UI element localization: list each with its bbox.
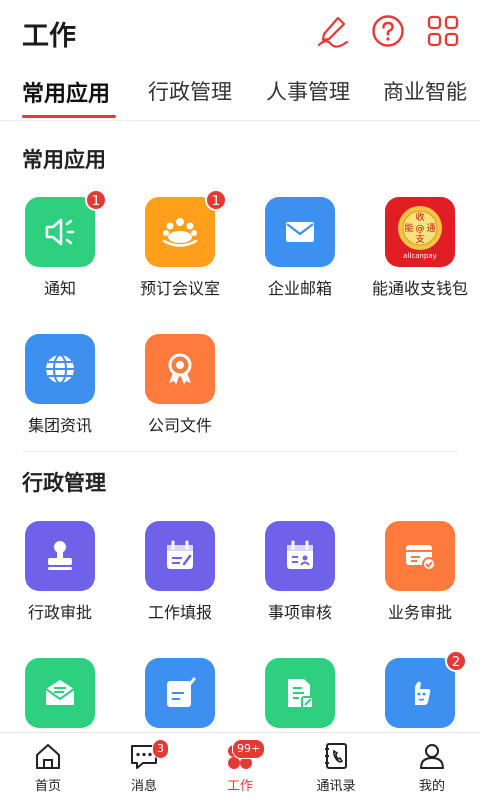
card-check-icon: [406, 545, 436, 571]
app-label: 企业邮箱: [267, 279, 332, 298]
tab-common-apps[interactable]: 常用应用: [22, 76, 110, 108]
mail-icon: [286, 222, 314, 242]
section-divider: [22, 451, 458, 452]
category-tabs: 常用应用 行政管理 人事管理 商业智能: [0, 64, 480, 121]
app-tile: [265, 658, 335, 728]
stamp-icon: [48, 541, 72, 570]
badge: 2: [445, 650, 467, 672]
note-edit-icon: [167, 677, 196, 707]
calendar-check-icon: [287, 540, 313, 569]
app-label: 事项审核: [267, 603, 332, 622]
app-tile: [265, 521, 335, 591]
app-tile: [25, 658, 95, 728]
app-tile: [25, 334, 95, 404]
bottom-nav: 首页 3 消息 99+ 工作 通讯录 我的: [0, 732, 480, 801]
app-admin-approval[interactable]: 行政审批: [5, 521, 115, 641]
section-title-admin: 行政管理: [22, 471, 106, 495]
app-tile: [145, 334, 215, 404]
nav-badge: 3: [152, 739, 169, 759]
nav-label: 工作: [226, 779, 253, 794]
app-tile: [385, 521, 455, 591]
tab-admin[interactable]: 行政管理: [148, 76, 232, 106]
calendar-edit-icon: [167, 540, 193, 569]
user-icon: [420, 744, 444, 769]
home-icon: [36, 744, 60, 769]
app-group-news[interactable]: 集团资讯: [5, 334, 115, 454]
allcanpay-logo: 收 能 @ 通 支 allcanpay: [398, 206, 442, 260]
app-item-review[interactable]: 事项审核: [245, 521, 355, 641]
app-allcanpay-wallet[interactable]: 收 能 @ 通 支 allcanpay 能通收支钱包: [365, 197, 475, 317]
logo-text-bottom: 支: [415, 233, 424, 245]
nav-badge: 99+: [232, 739, 266, 759]
nav-work[interactable]: 99+ 工作: [192, 733, 288, 801]
app-tile: [145, 658, 215, 728]
app-business-approval[interactable]: 业务审批: [365, 521, 475, 641]
logo-text-left: 能: [404, 222, 413, 234]
app-tile: [145, 521, 215, 591]
award-icon: [168, 353, 192, 385]
logo-text-top: 收: [415, 211, 424, 223]
active-tab-indicator: [22, 115, 116, 118]
app-label: 公司文件: [147, 416, 212, 435]
section-title-common: 常用应用: [22, 148, 106, 172]
app-tile: [385, 658, 455, 728]
app-tile: [25, 521, 95, 591]
app-meeting-room[interactable]: 1 预订会议室: [125, 189, 235, 317]
nav-home[interactable]: 首页: [0, 733, 96, 801]
tab-bi[interactable]: 商业智能: [383, 76, 467, 106]
app-tile: [25, 197, 95, 267]
contacts-icon: [325, 743, 347, 769]
app-label: 业务审批: [387, 603, 452, 622]
app-notification[interactable]: 1 通知: [5, 189, 115, 317]
logo-text-right: 通: [426, 223, 435, 234]
nav-label: 首页: [34, 779, 61, 794]
app-work-report[interactable]: 工作填报: [125, 521, 235, 641]
nav-label: 通讯录: [316, 779, 356, 794]
grid-icon[interactable]: [426, 14, 460, 48]
app-label: 通知: [43, 279, 76, 298]
app-label: 行政审批: [27, 603, 92, 622]
header: 工作: [0, 0, 480, 62]
page-title: 工作: [22, 21, 76, 52]
globe-icon: [46, 354, 74, 384]
app-tile: [145, 197, 215, 267]
nav-mine[interactable]: 我的: [384, 733, 480, 801]
signature-icon[interactable]: [316, 14, 350, 48]
tab-hr[interactable]: 人事管理: [266, 76, 350, 106]
help-icon[interactable]: [371, 14, 405, 48]
nav-messages[interactable]: 3 消息: [96, 733, 192, 801]
app-company-files[interactable]: 公司文件: [125, 334, 235, 454]
meeting-icon: [162, 218, 198, 247]
speaker-icon: [45, 218, 75, 246]
app-label: 预订会议室: [139, 279, 220, 298]
app-label: 集团资讯: [27, 416, 92, 435]
app-tile: [265, 197, 335, 267]
mail-open-icon: [45, 680, 75, 705]
nav-contacts[interactable]: 通讯录: [288, 733, 384, 801]
badge: 1: [205, 189, 227, 211]
badge: 1: [85, 189, 107, 211]
nav-label: 我的: [418, 779, 445, 794]
app-label: 工作填报: [147, 603, 212, 622]
thumb-icon: [415, 681, 431, 705]
logo-text-brand: allcanpay: [403, 252, 437, 260]
app-tile: 收 能 @ 通 支 allcanpay: [385, 197, 455, 267]
app-label: 能通收支钱包: [371, 279, 468, 298]
app-enterprise-mail[interactable]: 企业邮箱: [245, 197, 355, 317]
logo-text-center: @: [416, 224, 425, 234]
document-edit-icon: [288, 679, 314, 709]
nav-label: 消息: [130, 779, 157, 794]
